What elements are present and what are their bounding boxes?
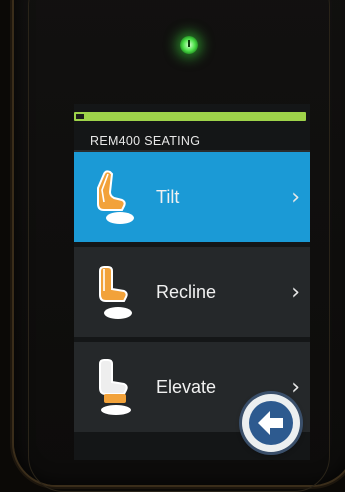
chevron-right-icon: › [291, 279, 300, 305]
menu-item-tilt[interactable]: Tilt › [74, 152, 310, 242]
battery-cap [76, 114, 84, 119]
seat-recline-icon [99, 266, 132, 319]
back-button[interactable] [242, 394, 300, 452]
menu-item-label: Tilt [156, 186, 180, 207]
battery-gauge [74, 112, 306, 121]
chevron-right-icon: › [291, 184, 300, 210]
menu-item-label: Recline [156, 281, 217, 302]
back-button-face [249, 401, 293, 445]
power-icon[interactable] [180, 36, 198, 54]
screen-title: REM400 SEATING [90, 134, 201, 148]
seat-elevate-icon [99, 359, 131, 415]
menu-item-recline[interactable]: Recline › [74, 247, 310, 337]
chevron-right-icon: › [291, 374, 300, 400]
menu-item-label: Elevate [156, 376, 217, 397]
seat-tilt-icon [97, 170, 134, 224]
back-arrow-icon [258, 411, 283, 435]
